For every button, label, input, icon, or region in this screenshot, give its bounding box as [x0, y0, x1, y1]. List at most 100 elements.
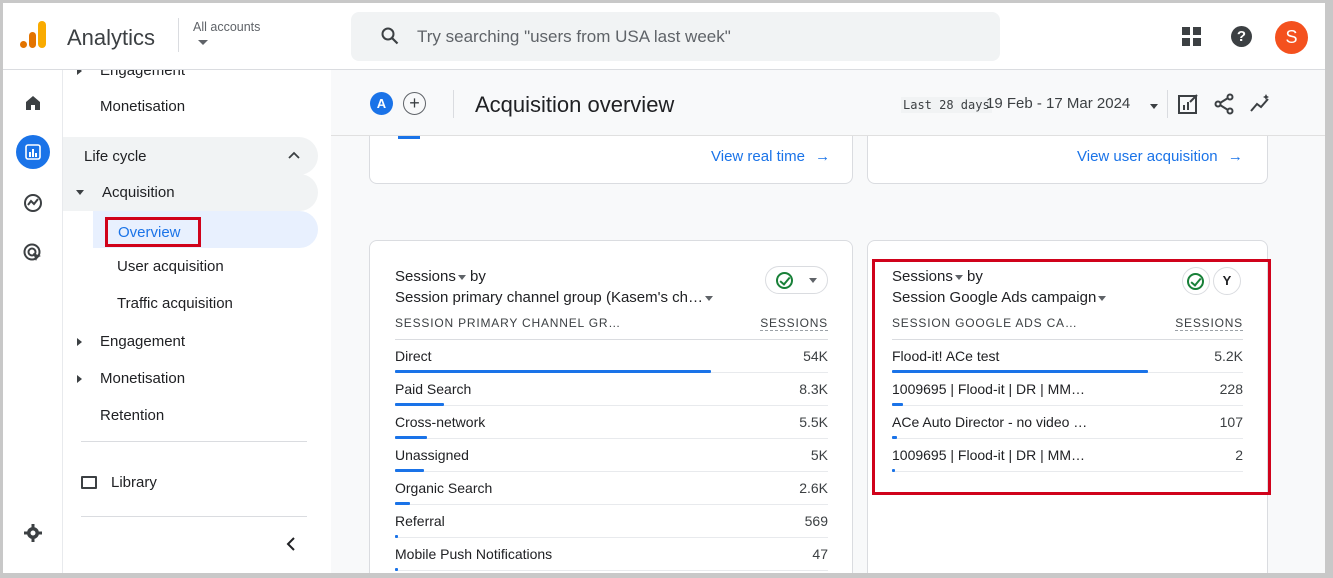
segment-badge[interactable]: A: [370, 92, 393, 115]
check-circle-icon: [776, 272, 793, 289]
row-label: Referral: [395, 513, 445, 529]
divider: [81, 441, 307, 442]
sidebar-item-monetisation-top[interactable]: Monetisation: [100, 88, 185, 125]
sidebar-item-traffic-acquisition[interactable]: Traffic acquisition: [117, 285, 233, 322]
view-real-time-link[interactable]: View real time →: [711, 148, 830, 165]
row-label: Cross-network: [395, 414, 486, 430]
nav-rail: [0, 70, 63, 578]
analytics-logo-icon[interactable]: [20, 21, 48, 53]
sidebar-item-label: Retention: [100, 407, 165, 424]
caret-down-icon: [457, 274, 466, 280]
caret-down-icon: [705, 295, 713, 301]
chart-line-stub: [398, 136, 420, 139]
link-label: View user acquisition: [1077, 148, 1218, 165]
sidebar-item-label: Engagement: [100, 70, 186, 79]
caret-right-icon: [77, 374, 82, 383]
avatar[interactable]: S: [1275, 21, 1308, 54]
dimension-selector[interactable]: Session primary channel group (Kasem's c…: [395, 289, 713, 306]
chevron-up-icon[interactable]: [288, 151, 300, 159]
reports-icon[interactable]: [16, 135, 50, 169]
row-divider: [395, 570, 828, 571]
settings-gear-icon[interactable]: [16, 516, 50, 550]
apps-grid-icon[interactable]: [1182, 27, 1201, 46]
sidebar-item-label: Monetisation: [100, 370, 186, 387]
caret-down-icon: [76, 190, 84, 195]
arrow-right-icon: →: [1227, 148, 1243, 165]
app-name[interactable]: Analytics: [67, 25, 155, 51]
sidebar-item-user-acquisition[interactable]: User acquisition: [117, 248, 224, 285]
home-icon[interactable]: [16, 86, 50, 120]
row-bar: [395, 568, 398, 571]
divider: [178, 18, 179, 52]
sidebar-item-label: Acquisition: [102, 184, 175, 201]
add-comparison-icon[interactable]: +: [403, 92, 426, 115]
sidebar-item-retention[interactable]: Retention: [100, 397, 164, 434]
row-value: 2.6K: [799, 480, 828, 496]
column-header-dimension[interactable]: SESSION PRIMARY CHANNEL GR…: [395, 316, 621, 330]
channel-group-card: Sessions by Session primary channel grou…: [369, 240, 853, 573]
sidebar-item-engagement[interactable]: Engagement: [63, 323, 185, 360]
row-value: 8.3K: [799, 381, 828, 397]
row-value: 54K: [803, 348, 828, 364]
search-input[interactable]: Try searching "users from USA last week": [417, 27, 731, 47]
folder-icon: [81, 476, 97, 489]
view-user-acquisition-link[interactable]: View user acquisition →: [1077, 148, 1243, 165]
row-value: 5.5K: [799, 414, 828, 430]
table-row[interactable]: Mobile Push Notifications 47: [395, 538, 828, 571]
help-icon[interactable]: ?: [1231, 26, 1252, 47]
chevron-down-icon[interactable]: [198, 40, 208, 45]
row-label: Mobile Push Notifications: [395, 546, 553, 562]
top-bar: Analytics All accounts Try searching "us…: [0, 0, 1333, 70]
sidebar-item-label: Traffic acquisition: [117, 295, 233, 312]
row-value: 5K: [810, 447, 828, 463]
sidebar-item-label: Library: [111, 474, 157, 491]
date-range-picker[interactable]: 19 Feb - 17 Mar 2024: [986, 95, 1130, 112]
data-quality-dropdown[interactable]: [765, 266, 828, 294]
divider: [453, 90, 454, 118]
account-selector[interactable]: All accounts: [193, 20, 260, 34]
table-row[interactable]: Paid Search 8.3K: [395, 373, 828, 406]
divider: [81, 516, 307, 517]
sidebar-section-lifecycle[interactable]: Life cycle: [63, 137, 318, 175]
column-header-sessions[interactable]: SESSIONS: [760, 316, 828, 331]
table-row[interactable]: Referral 569: [395, 505, 828, 538]
link-label: View real time: [711, 148, 805, 165]
arrow-right-icon: →: [815, 148, 831, 165]
table-row[interactable]: Unassigned 5K: [395, 439, 828, 472]
search-bar[interactable]: Try searching "users from USA last week": [351, 12, 1000, 61]
insights-icon[interactable]: [1249, 92, 1273, 116]
metric-selector[interactable]: Sessions by: [395, 268, 486, 285]
sidebar-item-label: Monetisation: [100, 98, 186, 115]
row-label: Paid Search: [395, 381, 472, 397]
table-row[interactable]: Cross-network 5.5K: [395, 406, 828, 439]
sidebar-item-acquisition[interactable]: Acquisition: [63, 174, 318, 211]
sidebar-item-overview[interactable]: Overview: [105, 217, 201, 247]
chevron-down-icon[interactable]: [1150, 104, 1158, 109]
sidebar-item-label: User acquisition: [117, 258, 224, 275]
row-value: 569: [804, 513, 828, 529]
row-value: 47: [812, 546, 828, 562]
sidebar-item-engagement-partial[interactable]: Engagement: [63, 70, 185, 89]
dimension-label: Session primary channel group (Kasem's c…: [395, 289, 703, 306]
sidebar-item-library[interactable]: Library: [63, 464, 157, 501]
scrollbar[interactable]: [1325, 70, 1333, 578]
sidebar-section-label: Life cycle: [84, 147, 147, 165]
sidebar-item-label: Engagement: [100, 333, 186, 350]
advertising-icon[interactable]: [16, 236, 50, 270]
sidebar: Engagement Monetisation Life cycle Acqui…: [63, 70, 331, 578]
page-title: Acquisition overview: [475, 92, 675, 117]
caret-right-icon: [77, 337, 82, 346]
table-row[interactable]: Direct 54K: [395, 340, 828, 373]
row-label: Unassigned: [395, 447, 469, 463]
collapse-sidebar-chevron-icon[interactable]: [284, 537, 298, 551]
sidebar-item-monetisation[interactable]: Monetisation: [63, 360, 185, 397]
customize-report-icon[interactable]: [1176, 92, 1200, 116]
caret-down-icon: [809, 278, 817, 283]
table-row[interactable]: Organic Search 2.6K: [395, 472, 828, 505]
highlight-annotation: [872, 259, 1271, 495]
share-icon[interactable]: [1212, 92, 1236, 116]
explore-icon[interactable]: [16, 186, 50, 220]
page-header: A + Acquisition overview Last 28 days 19…: [331, 70, 1325, 136]
search-icon: [381, 27, 399, 45]
date-preset-label[interactable]: Last 28 days: [901, 97, 992, 113]
